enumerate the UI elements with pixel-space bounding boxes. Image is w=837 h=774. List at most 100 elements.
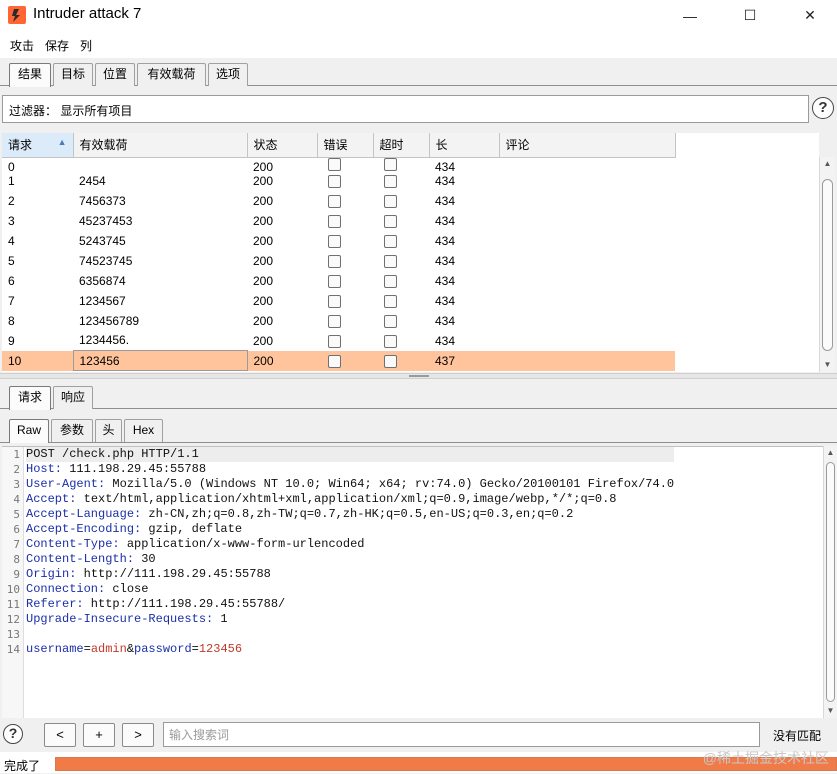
- col-header-comment[interactable]: 评论: [499, 133, 676, 158]
- table-row[interactable]: 2 7456373 200 434: [2, 191, 675, 211]
- body-token: password: [134, 642, 192, 656]
- menu-save[interactable]: 保存: [45, 37, 69, 54]
- tab-target[interactable]: 目标: [53, 63, 93, 86]
- code-line: Upgrade-Insecure-Requests: 1: [26, 612, 674, 627]
- scroll-down-icon[interactable]: ▼: [820, 358, 835, 372]
- tab-response[interactable]: 响应: [53, 386, 93, 409]
- help-icon[interactable]: ?: [812, 97, 834, 119]
- scroll-up-icon[interactable]: ▲: [824, 446, 837, 460]
- table-row[interactable]: 8 123456789 200 434: [2, 311, 675, 331]
- cell-status: 200: [253, 173, 274, 188]
- prev-match-button[interactable]: <: [44, 723, 76, 747]
- error-checkbox: [327, 174, 341, 188]
- scroll-up-icon[interactable]: ▲: [820, 157, 835, 171]
- table-row[interactable]: 7 1234567 200 434: [2, 291, 675, 311]
- tab-params[interactable]: 参数: [51, 419, 93, 442]
- menu-bar: 攻击 保存 列: [0, 31, 837, 58]
- cell-timeout: [373, 251, 429, 271]
- col-header-status[interactable]: 状态: [247, 133, 318, 158]
- cell-request: 10: [2, 350, 73, 371]
- cell-error: [317, 291, 373, 311]
- cell-error: [317, 311, 373, 331]
- line-number: 6: [13, 523, 20, 536]
- cell-status: 200: [253, 159, 274, 171]
- col-header-timeout[interactable]: 超时: [373, 133, 430, 158]
- cell-status: 200: [253, 193, 274, 208]
- editor-scrollbar[interactable]: ▲ ▼: [823, 446, 837, 718]
- table-row[interactable]: 6 6356874 200 434: [2, 271, 675, 291]
- cell-error: [317, 231, 373, 251]
- header-value: Mozilla/5.0 (Windows NT 10.0; Win64; x64…: [105, 477, 675, 491]
- cell-length: 434: [435, 253, 456, 268]
- code-line: Host: 111.198.29.45:55788: [26, 462, 674, 477]
- results-table-panel: 请求 ▲ 有效载荷 状态 错误 超时 长 评论 0 200 434 1 2454 200 43…: [2, 133, 819, 372]
- timeout-checkbox: [383, 174, 397, 188]
- tab-positions[interactable]: 位置: [95, 63, 135, 86]
- header-value: gzip, deflate: [141, 522, 243, 536]
- scroll-thumb[interactable]: [826, 462, 835, 702]
- timeout-checkbox: [383, 274, 397, 288]
- next-match-button[interactable]: >: [122, 723, 154, 747]
- line-number: 3: [13, 478, 20, 491]
- line-number: 1: [13, 448, 20, 461]
- table-row[interactable]: 3 45237453 200 434: [2, 211, 675, 231]
- timeout-checkbox: [383, 294, 397, 308]
- col-header-request[interactable]: 请求 ▲: [2, 133, 74, 158]
- line-number: 12: [6, 613, 20, 626]
- col-header-payload[interactable]: 有效载荷: [73, 133, 248, 158]
- maximize-button[interactable]: ☐: [727, 0, 773, 31]
- cell-status: 200: [253, 233, 274, 248]
- col-header-error[interactable]: 错误: [317, 133, 374, 158]
- cell-request: 4: [8, 233, 15, 248]
- tab-options[interactable]: 选项: [208, 63, 248, 86]
- minimize-button[interactable]: —: [667, 0, 713, 31]
- cell-length: 434: [435, 233, 456, 248]
- table-row[interactable]: 10 123456 200 437: [2, 350, 675, 371]
- cell-comment: [499, 271, 675, 291]
- results-scrollbar[interactable]: ▲ ▼: [819, 157, 835, 372]
- menu-attack[interactable]: 攻击: [10, 37, 34, 54]
- cell-timeout: [373, 291, 429, 311]
- menu-columns[interactable]: 列: [80, 37, 92, 54]
- splitter-grip-icon[interactable]: [409, 375, 429, 377]
- tab-headers[interactable]: 头: [95, 419, 122, 442]
- header-value: 30: [134, 552, 156, 566]
- cell-error: [317, 331, 373, 351]
- table-row[interactable]: 5 74523745 200 434: [2, 251, 675, 271]
- body-token: admin: [90, 642, 127, 656]
- request-editor[interactable]: 1 2 3 4 5 6 7 8 9 10 11 12 13 14 POST /check.php HTTP…: [2, 446, 823, 718]
- cell-error: [317, 211, 373, 231]
- tab-results[interactable]: 结果: [9, 63, 51, 87]
- tab-payloads[interactable]: 有效载荷: [137, 63, 206, 86]
- code-line: POST /check.php HTTP/1.1: [26, 447, 675, 462]
- view-tab-bar: Raw 参数 头 Hex: [0, 416, 837, 443]
- body-token: username: [26, 642, 84, 656]
- cell-comment: [499, 171, 675, 191]
- cell-error: [317, 157, 373, 171]
- table-row[interactable]: 1 2454 200 434: [2, 171, 675, 191]
- close-button[interactable]: ✕: [787, 0, 833, 31]
- cell-payload: 123456789: [79, 313, 140, 328]
- request-code[interactable]: POST /check.php HTTP/1.1 Host: 111.198.29…: [26, 447, 675, 657]
- filter-bar[interactable]: 过滤器： 显示所有项目: [2, 95, 809, 123]
- help-icon[interactable]: ?: [3, 724, 23, 744]
- search-input[interactable]: [163, 722, 760, 747]
- timeout-checkbox: [383, 254, 397, 268]
- table-row[interactable]: 9 1234456. 200 434: [2, 331, 675, 351]
- cell-payload: 123456: [72, 350, 248, 371]
- line-number: 10: [6, 583, 20, 596]
- table-row[interactable]: 4 5243745 200 434: [2, 231, 675, 251]
- tab-request[interactable]: 请求: [9, 386, 51, 410]
- timeout-checkbox: [383, 194, 397, 208]
- add-search-button[interactable]: +: [83, 723, 115, 747]
- tab-hex[interactable]: Hex: [124, 419, 163, 442]
- code-line: Origin: http://111.198.29.45:55788: [26, 567, 674, 582]
- scroll-thumb[interactable]: [822, 179, 833, 351]
- tab-raw[interactable]: Raw: [9, 419, 49, 443]
- table-row[interactable]: 0 200 434: [2, 157, 675, 171]
- line-number: 11: [6, 598, 20, 611]
- scroll-down-icon[interactable]: ▼: [824, 704, 837, 718]
- col-header-length[interactable]: 长: [429, 133, 500, 158]
- header-value: text/html,application/xhtml+xml,applicat…: [76, 492, 617, 506]
- cell-status: 200: [253, 253, 274, 268]
